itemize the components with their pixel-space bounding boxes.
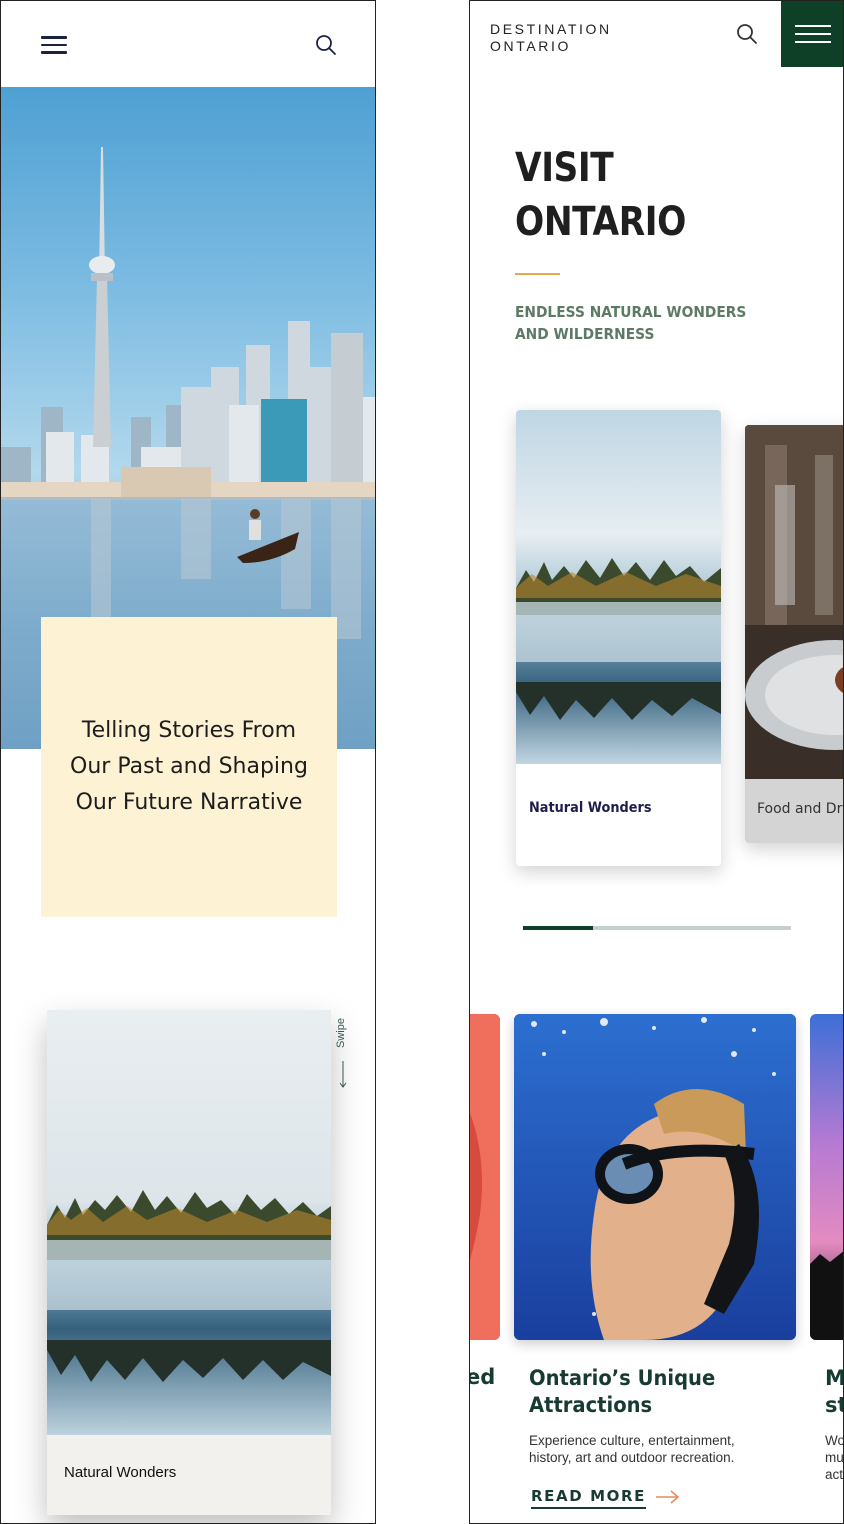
search-icon[interactable] — [736, 23, 758, 45]
attraction-title[interactable]: Ontario’s Unique Attractions — [529, 1365, 752, 1419]
read-more-link[interactable]: READ MORE — [531, 1487, 646, 1509]
left-phone-screen: Telling Stories From Our Past and Shapin… — [0, 0, 376, 1524]
logo-line-2: ONTARIO — [490, 38, 571, 54]
attraction-card-snorkel-image[interactable] — [514, 1014, 796, 1340]
next-card-title-fragment: M st — [825, 1365, 844, 1419]
menu-icon[interactable] — [41, 36, 67, 54]
natural-wonders-card[interactable]: Natural Wonders — [47, 1010, 331, 1515]
category-label: Food and Dri — [757, 801, 844, 817]
restaurant-table-image — [745, 425, 843, 779]
swipe-hint: Swipe — [335, 1015, 351, 1095]
attraction-card-previous-image[interactable] — [470, 1014, 500, 1340]
story-text-box: Telling Stories From Our Past and Shapin… — [41, 617, 337, 917]
swipe-label: Swipe — [335, 1018, 347, 1048]
title-line-1: VISIT — [515, 145, 614, 191]
story-headline: Telling Stories From Our Past and Shapin… — [70, 718, 308, 815]
carousel-progress-fill — [523, 926, 593, 930]
page-title: VISIT ONTARIO — [515, 141, 686, 249]
category-card-natural-wonders[interactable]: Natural Wonders — [516, 410, 721, 866]
previous-card-title-fragment: ed — [470, 1365, 496, 1389]
misty-lake-image — [47, 1010, 331, 1435]
arrow-left-icon — [339, 1061, 347, 1088]
page-subtitle: ENDLESS NATURAL WONDERS AND WILDERNESS — [515, 301, 746, 345]
title-divider — [515, 273, 560, 275]
misty-lake-image — [516, 410, 721, 764]
search-icon[interactable] — [315, 34, 337, 56]
title-line-2: ONTARIO — [515, 199, 686, 245]
right-phone-screen: DESTINATION ONTARIO VISIT ONTARIO ENDLES… — [469, 0, 844, 1524]
attraction-card-next-image[interactable] — [810, 1014, 843, 1340]
subtitle-line-2: AND WILDERNESS — [515, 325, 655, 343]
attraction-description: Experience culture, entertainment, histo… — [529, 1433, 735, 1465]
category-card-food-and-drink[interactable]: Food and Dri — [745, 425, 844, 843]
next-desc-line-2: mu — [825, 1450, 844, 1465]
carousel-progress-bar — [523, 926, 791, 930]
next-desc-line-1: Wo — [825, 1433, 844, 1448]
destination-ontario-logo[interactable]: DESTINATION ONTARIO — [490, 21, 612, 55]
category-label: Natural Wonders — [529, 800, 652, 816]
menu-icon[interactable] — [781, 1, 843, 67]
left-header — [1, 1, 375, 87]
logo-line-1: DESTINATION — [490, 21, 612, 37]
next-desc-line-3: act — [825, 1467, 844, 1482]
next-card-description-fragment: Wo mu act — [825, 1432, 844, 1483]
subtitle-line-1: ENDLESS NATURAL WONDERS — [515, 303, 747, 321]
card-caption: Natural Wonders — [64, 1464, 177, 1481]
arrow-right-icon[interactable] — [656, 1489, 680, 1505]
next-title-line-2: st — [825, 1393, 843, 1417]
next-title-line-1: M — [825, 1366, 844, 1390]
